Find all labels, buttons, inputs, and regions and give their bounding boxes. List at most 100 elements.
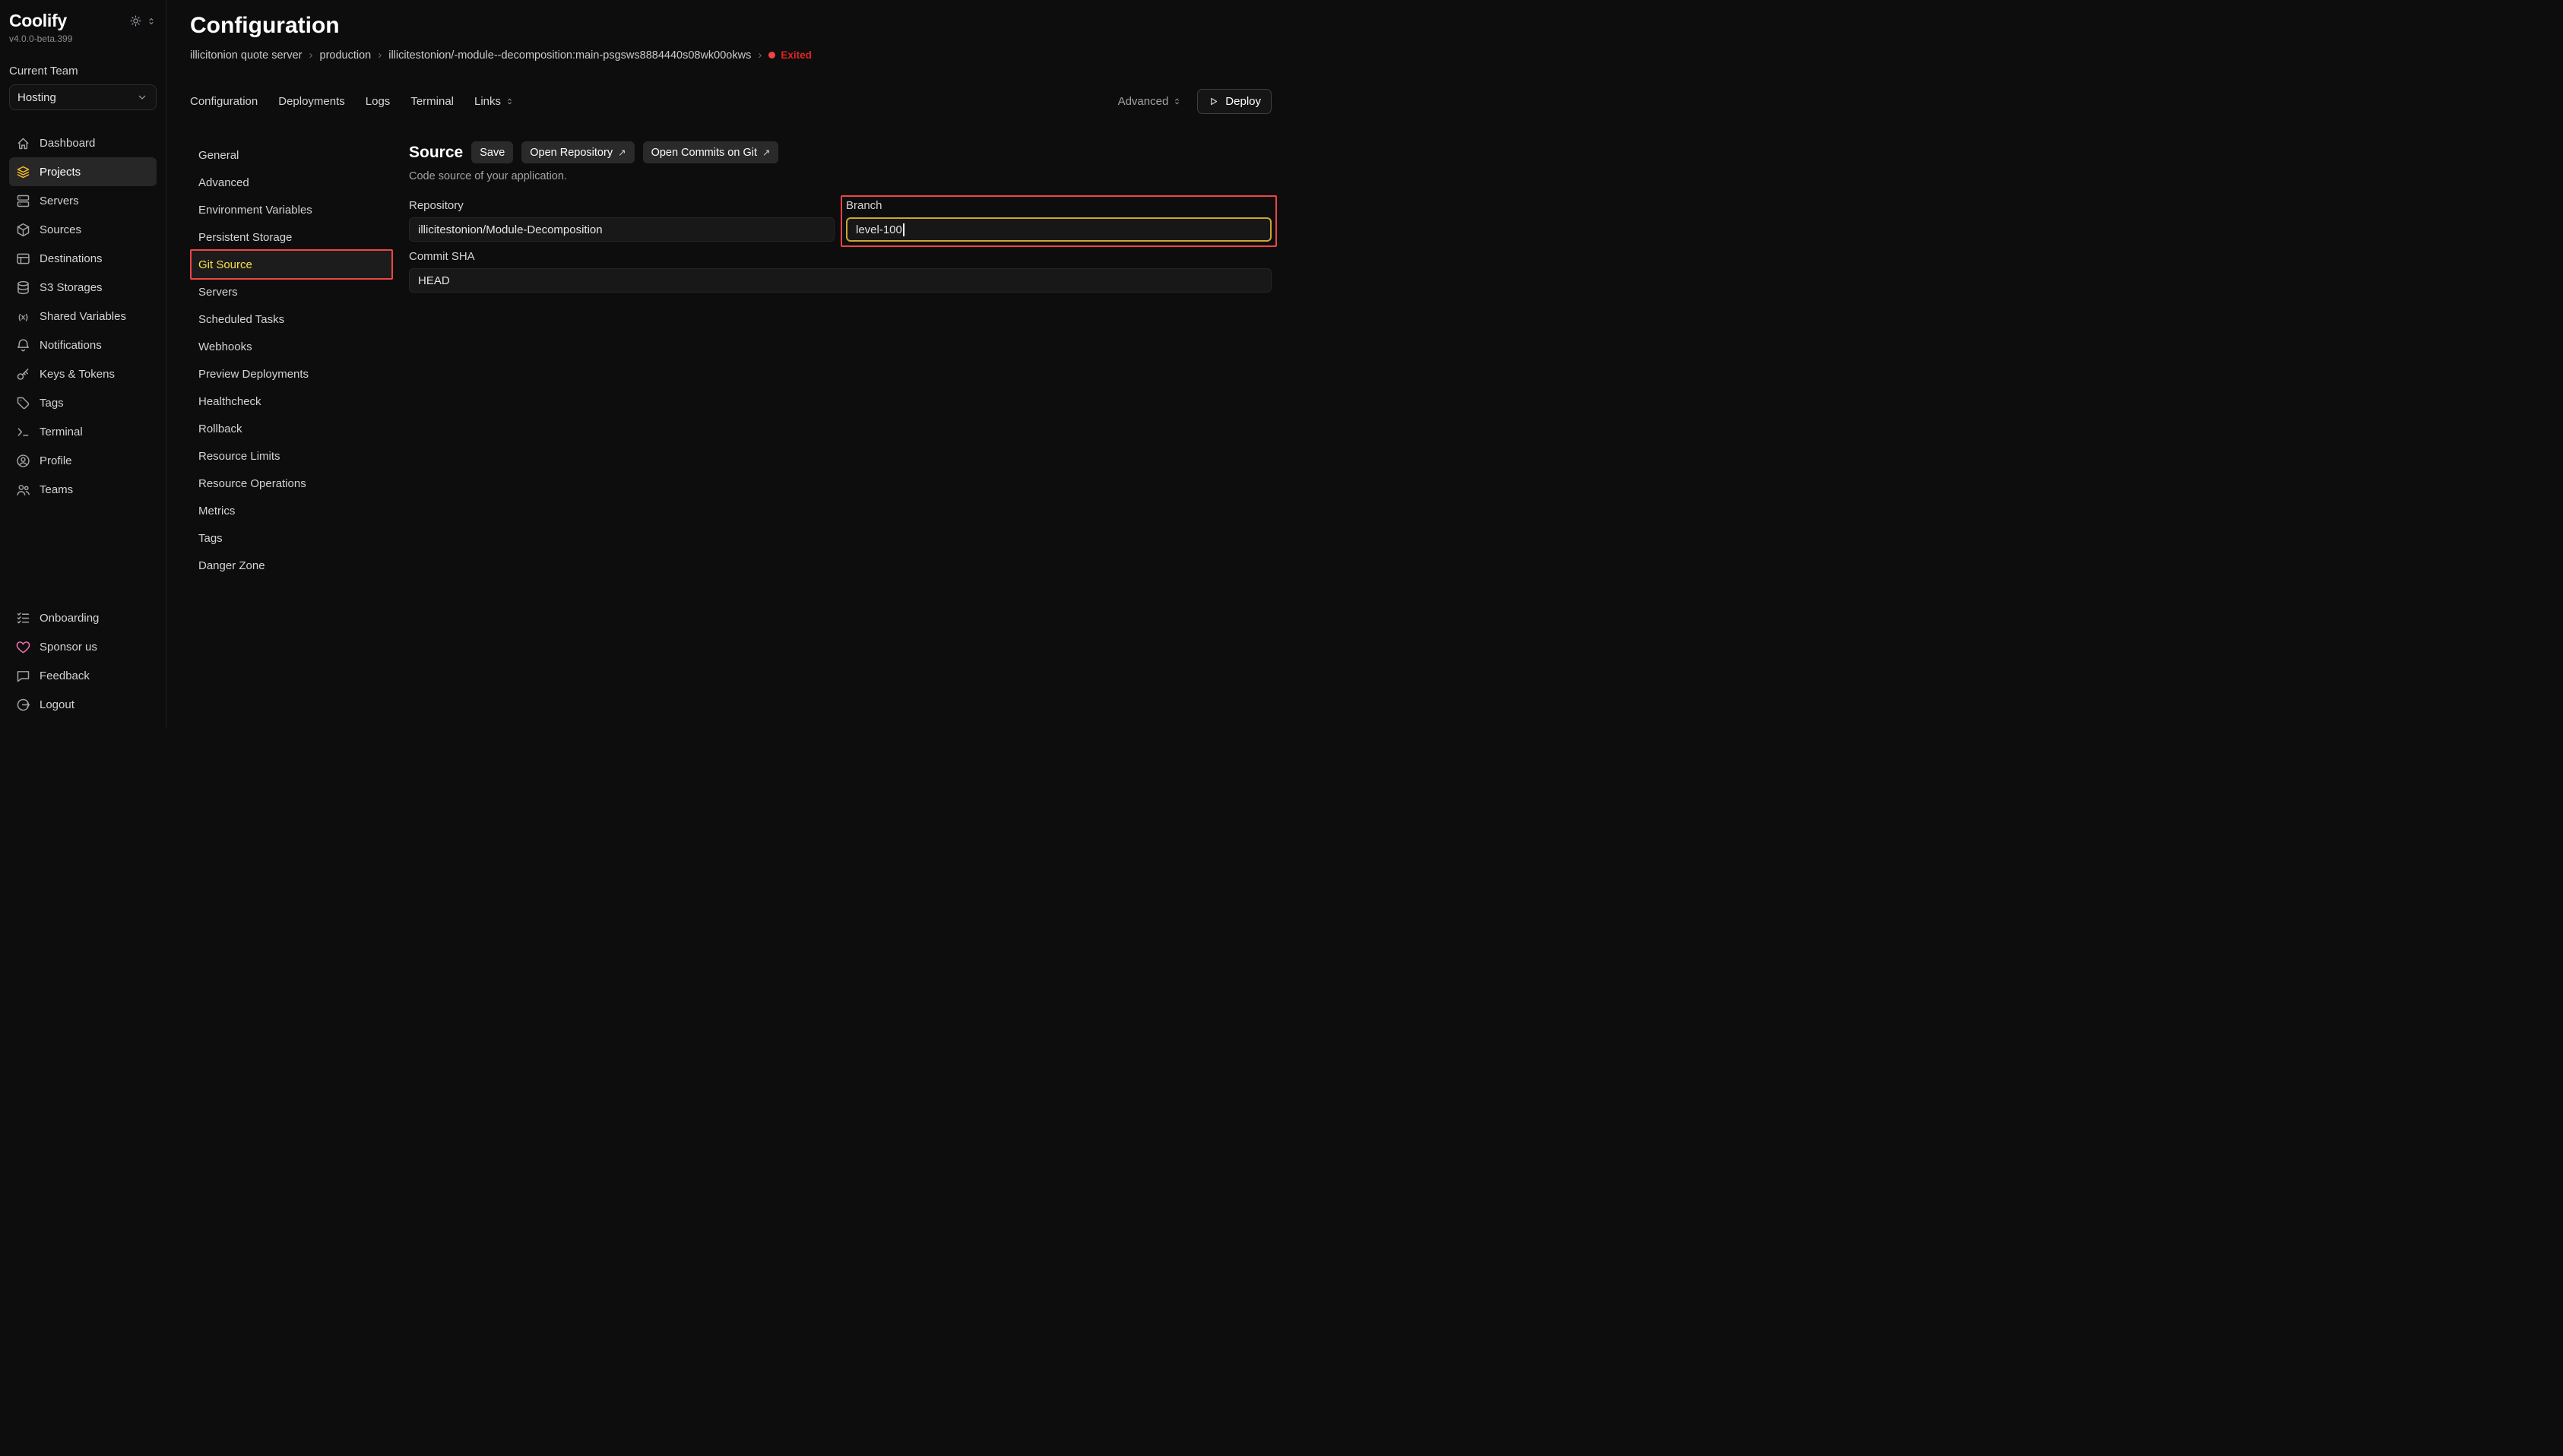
current-team-label: Current Team	[9, 65, 157, 78]
external-link-icon: ↗	[762, 147, 770, 158]
branch-field: Branch level-100	[846, 199, 1272, 242]
sidebar-item-terminal[interactable]: Terminal	[9, 417, 157, 446]
terminal-icon	[15, 424, 31, 440]
repository-label: Repository	[409, 199, 835, 212]
tab-deployments[interactable]: Deployments	[278, 95, 345, 108]
save-button[interactable]: Save	[471, 141, 513, 163]
branch-value: level-100	[856, 223, 902, 236]
selector-icon	[1172, 97, 1182, 106]
sidebar-nav: Dashboard Projects Servers Sources Desti…	[9, 128, 157, 504]
heart-icon	[15, 639, 31, 655]
commit-sha-input[interactable]	[409, 268, 1272, 293]
home-icon	[15, 135, 31, 151]
tab-logs[interactable]: Logs	[366, 95, 391, 108]
subnav-item-resource-limits[interactable]: Resource Limits	[190, 442, 393, 470]
sidebar-item-sponsor-us[interactable]: Sponsor us	[9, 632, 157, 661]
app-logo[interactable]: Coolify	[9, 11, 72, 31]
onboarding-icon	[15, 610, 31, 626]
breadcrumb-item-illicitonion-quote-server[interactable]: illicitonion quote server	[190, 49, 303, 62]
sidebar-item-projects[interactable]: Projects	[9, 157, 157, 186]
subnav-item-danger-zone[interactable]: Danger Zone	[190, 552, 393, 579]
sidebar-item-keys-tokens[interactable]: Keys & Tokens	[9, 359, 157, 388]
subnav-item-webhooks[interactable]: Webhooks	[190, 333, 393, 360]
sidebar-item-teams[interactable]: Teams	[9, 475, 157, 504]
sidebar-item-onboarding[interactable]: Onboarding	[9, 603, 157, 632]
breadcrumb: illicitonion quote server › production ›…	[190, 49, 1272, 62]
subnav-item-resource-operations[interactable]: Resource Operations	[190, 470, 393, 497]
external-link-icon: ↗	[618, 147, 626, 158]
sidebar-footer-nav: Onboarding Sponsor us Feedback Logout	[9, 603, 157, 719]
svg-text:(x): (x)	[18, 312, 28, 321]
variables-icon: (x)	[15, 309, 31, 324]
commit-sha-label: Commit SHA	[409, 250, 1272, 263]
team-select-value: Hosting	[17, 91, 56, 104]
deploy-button[interactable]: Deploy	[1197, 89, 1272, 114]
chevron-down-icon	[136, 91, 148, 103]
sidebar-item-profile[interactable]: Profile	[9, 446, 157, 475]
destination-icon	[15, 251, 31, 267]
commit-sha-field: Commit SHA	[409, 250, 1272, 293]
subnav-item-scheduled-tasks[interactable]: Scheduled Tasks	[190, 305, 393, 333]
subnav-item-persistent-storage[interactable]: Persistent Storage	[190, 223, 393, 251]
tabs: Configuration Deployments Logs Terminal	[190, 95, 515, 108]
profile-icon	[15, 453, 31, 469]
sidebar-item-dashboard[interactable]: Dashboard	[9, 128, 157, 157]
sidebar-item-tags[interactable]: Tags	[9, 388, 157, 417]
tab-links[interactable]: Links	[474, 95, 515, 108]
selector-icon[interactable]	[146, 16, 157, 27]
status-label: Exited	[781, 49, 812, 61]
key-icon	[15, 366, 31, 382]
advanced-toggle[interactable]: Advanced	[1118, 95, 1183, 108]
subnav-item-healthcheck[interactable]: Healthcheck	[190, 388, 393, 415]
sidebar-item-shared-variables[interactable]: (x) Shared Variables	[9, 302, 157, 331]
breadcrumb-separator-icon: ›	[758, 49, 762, 62]
team-select[interactable]: Hosting	[9, 84, 157, 110]
breadcrumb-separator-icon: ›	[378, 49, 382, 62]
branch-input[interactable]: level-100	[846, 217, 1272, 242]
sidebar-item-logout[interactable]: Logout	[9, 690, 157, 719]
server-icon	[15, 193, 31, 209]
breadcrumb-item-illicitestonion-module-decomposition-main-psgsws8884440s08wk00okws[interactable]: illicitestonion/-module--decomposition:m…	[388, 49, 751, 62]
sidebar-item-notifications[interactable]: Notifications	[9, 331, 157, 359]
breadcrumb-separator-icon: ›	[309, 49, 313, 62]
selector-icon	[505, 97, 515, 106]
status-dot-icon	[768, 52, 775, 59]
tabbar: Configuration Deployments Logs Terminal	[190, 89, 1272, 114]
tab-terminal[interactable]: Terminal	[410, 95, 454, 108]
repository-field: Repository	[409, 199, 835, 242]
page-title: Configuration	[190, 13, 1272, 39]
subnav-item-tags[interactable]: Tags	[190, 524, 393, 552]
config-subnav: General Advanced Environment Variables P…	[190, 141, 393, 579]
sun-icon[interactable]	[129, 14, 142, 27]
subnav-item-git-source[interactable]: Git Source	[190, 251, 393, 278]
subnav-item-preview-deployments[interactable]: Preview Deployments	[190, 360, 393, 388]
sidebar-item-feedback[interactable]: Feedback	[9, 661, 157, 690]
subnav-item-metrics[interactable]: Metrics	[190, 497, 393, 524]
sidebar-header: Coolify v4.0.0-beta.399	[9, 11, 157, 44]
status-badge: Exited	[768, 49, 812, 61]
database-icon	[15, 280, 31, 296]
sidebar-item-sources[interactable]: Sources	[9, 215, 157, 244]
source-section: Source Save Open Repository ↗ Open Commi…	[409, 141, 1272, 293]
section-description: Code source of your application.	[409, 170, 1272, 182]
source-icon	[15, 222, 31, 238]
breadcrumb-item-production[interactable]: production	[320, 49, 372, 62]
branch-label: Branch	[846, 199, 1272, 212]
subnav-item-advanced[interactable]: Advanced	[190, 169, 393, 196]
sidebar-item-servers[interactable]: Servers	[9, 186, 157, 215]
open-repository-button[interactable]: Open Repository ↗	[521, 141, 634, 163]
logout-icon	[15, 697, 31, 713]
layers-icon	[15, 164, 31, 180]
section-title: Source	[409, 144, 463, 162]
feedback-icon	[15, 668, 31, 684]
subnav-item-general[interactable]: General	[190, 141, 393, 169]
open-commits-button[interactable]: Open Commits on Git ↗	[643, 141, 779, 163]
sidebar-item-destinations[interactable]: Destinations	[9, 244, 157, 273]
tab-configuration[interactable]: Configuration	[190, 95, 258, 108]
sidebar-item-s3-storages[interactable]: S3 Storages	[9, 273, 157, 302]
subnav-item-environment-variables[interactable]: Environment Variables	[190, 196, 393, 223]
teams-icon	[15, 482, 31, 498]
repository-input[interactable]	[409, 217, 835, 242]
subnav-item-servers[interactable]: Servers	[190, 278, 393, 305]
subnav-item-rollback[interactable]: Rollback	[190, 415, 393, 442]
